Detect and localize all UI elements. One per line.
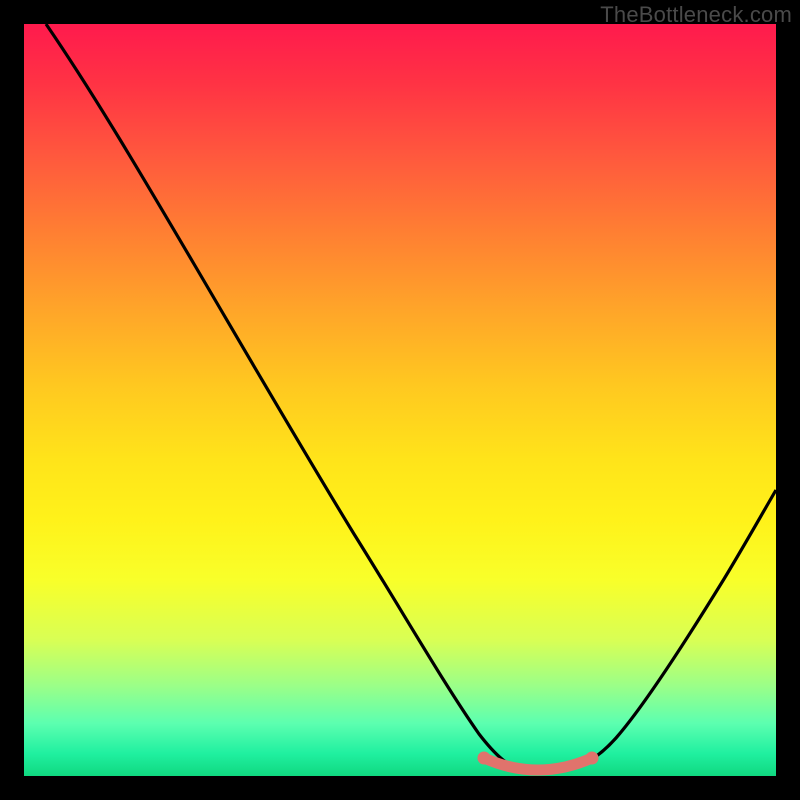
chart-frame: TheBottleneck.com bbox=[0, 0, 800, 800]
highlight-end-right bbox=[586, 752, 599, 765]
bottleneck-curve bbox=[46, 24, 776, 772]
curve-layer bbox=[24, 24, 776, 776]
plot-area bbox=[24, 24, 776, 776]
highlight-end-left bbox=[478, 752, 491, 765]
highlight-segment bbox=[484, 758, 592, 770]
